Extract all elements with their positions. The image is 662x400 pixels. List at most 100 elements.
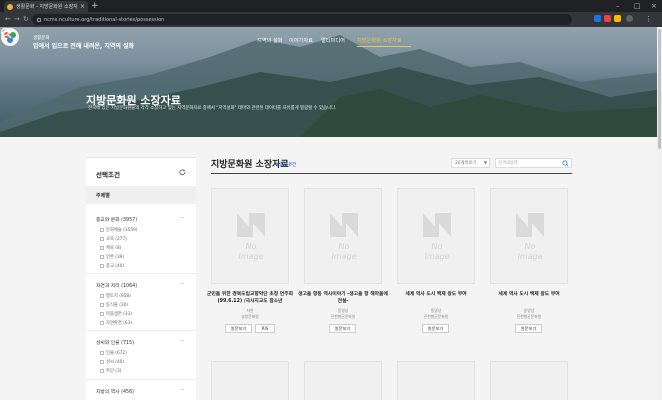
url-text: ncms.nculture.org/traditional-stories/po… <box>44 16 165 23</box>
filter-group-title[interactable]: 지방의 역사 (456) <box>96 388 134 395</box>
browser-tab[interactable]: 생활문화 - 지방문화원 소장자료 × <box>4 1 88 12</box>
card-title[interactable]: 군민을 위한 경북도립교향악단 초청 연주회(99.6.12) /국사지교도 참… <box>205 291 295 305</box>
browser-tab-strip: 생활문화 - 지방문화원 소장자료 × + – □ × <box>0 0 662 12</box>
card-source: 진천향군문화원 <box>516 314 542 319</box>
active-nav-underline <box>357 46 411 47</box>
svg-text:Image: Image <box>238 252 263 261</box>
checkbox[interactable] <box>100 246 104 250</box>
svg-text:Image: Image <box>517 252 542 261</box>
hero-banner: 생활문화 입에서 입으로 전해 내려온, 지역의 설화 지역의 설화 이야기자료… <box>0 27 662 137</box>
no-image-thumbnail[interactable] <box>304 361 382 400</box>
svg-text:No: No <box>339 242 350 251</box>
no-image-thumbnail[interactable]: No Image <box>304 188 382 284</box>
filter-option[interactable]: 체육 (8) <box>100 245 121 251</box>
search-icon[interactable] <box>0 27 12 39</box>
checkbox[interactable] <box>100 321 104 325</box>
nav-item-regional-tales[interactable]: 지역의 설화 <box>257 37 283 44</box>
ris-button[interactable]: RIS <box>255 324 275 333</box>
checkbox[interactable] <box>100 360 104 364</box>
filter-option[interactable]: 성씨 (40) <box>100 359 124 365</box>
no-image-thumbnail[interactable]: No Image <box>211 188 289 284</box>
filter-option[interactable]: 문화예술 (3559) <box>100 227 137 233</box>
close-window-icon[interactable]: × <box>651 1 657 11</box>
tab-close-icon[interactable]: × <box>80 3 85 10</box>
new-tab-icon[interactable]: + <box>91 1 99 11</box>
nav-item-story-materials[interactable]: 이야기자료 <box>289 37 313 44</box>
filter-option[interactable]: 언론 (39) <box>100 254 124 260</box>
card-source: 진천향군문화원 <box>423 314 449 319</box>
page-scrollbar[interactable] <box>657 27 662 400</box>
filter-option[interactable]: 교육 (277) <box>100 236 127 242</box>
checkbox[interactable] <box>100 369 104 373</box>
filter-option[interactable]: 종교 (40) <box>100 263 124 269</box>
no-image-thumbnail[interactable] <box>490 361 568 400</box>
card-title[interactable]: 세계 역사 도시 백제 왕도 부여 <box>391 291 481 298</box>
filter-sidebar: 선택조건 주제별 종교와 문화 (3957) − 문화예술 (3559) 교육 … <box>86 157 196 400</box>
filter-option[interactable]: 마을생존 (33) <box>100 311 132 317</box>
tab-by-topic[interactable]: 주제별 <box>86 186 196 204</box>
nav-item-multimedia[interactable]: 멀티미디어 <box>321 37 345 44</box>
extension-icon[interactable] <box>614 15 621 22</box>
back-icon[interactable]: ← <box>5 14 11 24</box>
checkbox[interactable] <box>100 228 104 232</box>
card-title[interactable]: 세계 역사 도시 백제 왕도 부여 <box>484 291 574 298</box>
filter-option[interactable]: 자연환경 (63) <box>100 320 132 326</box>
checkbox[interactable] <box>100 264 104 268</box>
checkbox[interactable] <box>100 351 104 355</box>
extension-icon[interactable] <box>594 15 601 22</box>
checkbox[interactable] <box>100 237 104 241</box>
card-title[interactable]: 생고을 향동 역사이야기 -생고을 향 해마을에 전설- <box>298 291 388 305</box>
view-original-button[interactable]: 원문보기 <box>225 324 252 333</box>
filter-group-title[interactable]: 종교와 문화 (3957) <box>96 216 137 223</box>
no-image-icon: No Image <box>423 213 451 261</box>
page-size-select[interactable]: 20개씩보기 ▼ <box>451 158 490 168</box>
address-bar[interactable]: ncms.nculture.org/traditional-stories/po… <box>32 14 572 25</box>
no-image-thumbnail[interactable] <box>397 361 475 400</box>
collapse-icon[interactable]: − <box>180 215 184 221</box>
checkbox[interactable] <box>100 303 104 307</box>
checkbox[interactable] <box>100 312 104 316</box>
no-image-thumbnail[interactable]: No Image <box>490 188 568 284</box>
divider <box>86 273 196 274</box>
checkbox[interactable] <box>100 255 104 259</box>
site-title[interactable]: 입에서 입으로 전해 내려온, 지역의 설화 <box>33 41 134 50</box>
tab-label: 주제별 <box>96 193 110 199</box>
maximize-icon[interactable]: □ <box>634 1 641 11</box>
page-description: 전국에 있는 지방문화원들의 각각 소장하고 있는 지역문화자료 중에서 "지역… <box>88 106 337 111</box>
extension-icon[interactable] <box>604 15 611 22</box>
refresh-icon[interactable] <box>179 169 186 176</box>
scrollbar-thumb[interactable] <box>658 29 661 149</box>
collapse-icon[interactable]: − <box>180 338 184 344</box>
filter-group-title[interactable]: 자연과 지리 (1064) <box>96 282 137 289</box>
browser-menu-icon[interactable]: ⋮ <box>645 14 652 24</box>
filter-option[interactable]: 주민 (3) <box>100 368 121 374</box>
no-image-thumbnail[interactable] <box>211 361 289 400</box>
svg-text:No: No <box>432 242 443 251</box>
filter-heading: 선택조건 <box>96 171 120 179</box>
card-source: 영양문화원 <box>241 314 259 319</box>
result-count: #9168건 <box>275 162 297 168</box>
collapse-icon[interactable]: − <box>180 387 184 393</box>
profile-avatar[interactable] <box>626 15 633 22</box>
collapse-icon[interactable]: − <box>180 281 184 287</box>
card-source: 진천향군문화원 <box>330 314 356 319</box>
search-icon[interactable] <box>562 160 569 167</box>
minimize-icon[interactable]: – <box>616 1 620 11</box>
view-original-button[interactable]: 원문보기 <box>329 324 356 333</box>
no-image-thumbnail[interactable]: No Image <box>397 188 475 284</box>
reload-icon[interactable]: ↻ <box>23 14 29 24</box>
filter-option[interactable]: 동식물 (30) <box>100 302 128 308</box>
list-header-divider <box>211 173 572 174</box>
tab-title: 생활문화 - 지방문화원 소장자료 <box>16 4 77 10</box>
browser-toolbar: ← → ↻ ncms.nculture.org/traditional-stor… <box>0 12 662 27</box>
view-original-button[interactable]: 원문보기 <box>515 324 542 333</box>
filter-group-title[interactable]: 성씨와 인물 (715) <box>96 339 134 346</box>
nav-item-cultural-center-collection[interactable]: 지방문화원 소장자료 <box>357 37 402 44</box>
list-search-box <box>495 158 572 168</box>
view-original-button[interactable]: 원문보기 <box>422 324 449 333</box>
checkbox[interactable] <box>100 294 104 298</box>
filter-option[interactable]: 인물 (672) <box>100 350 127 356</box>
filter-option[interactable]: 향토지 (958) <box>100 293 131 299</box>
forward-icon[interactable]: → <box>14 14 20 24</box>
search-input[interactable] <box>498 160 558 167</box>
